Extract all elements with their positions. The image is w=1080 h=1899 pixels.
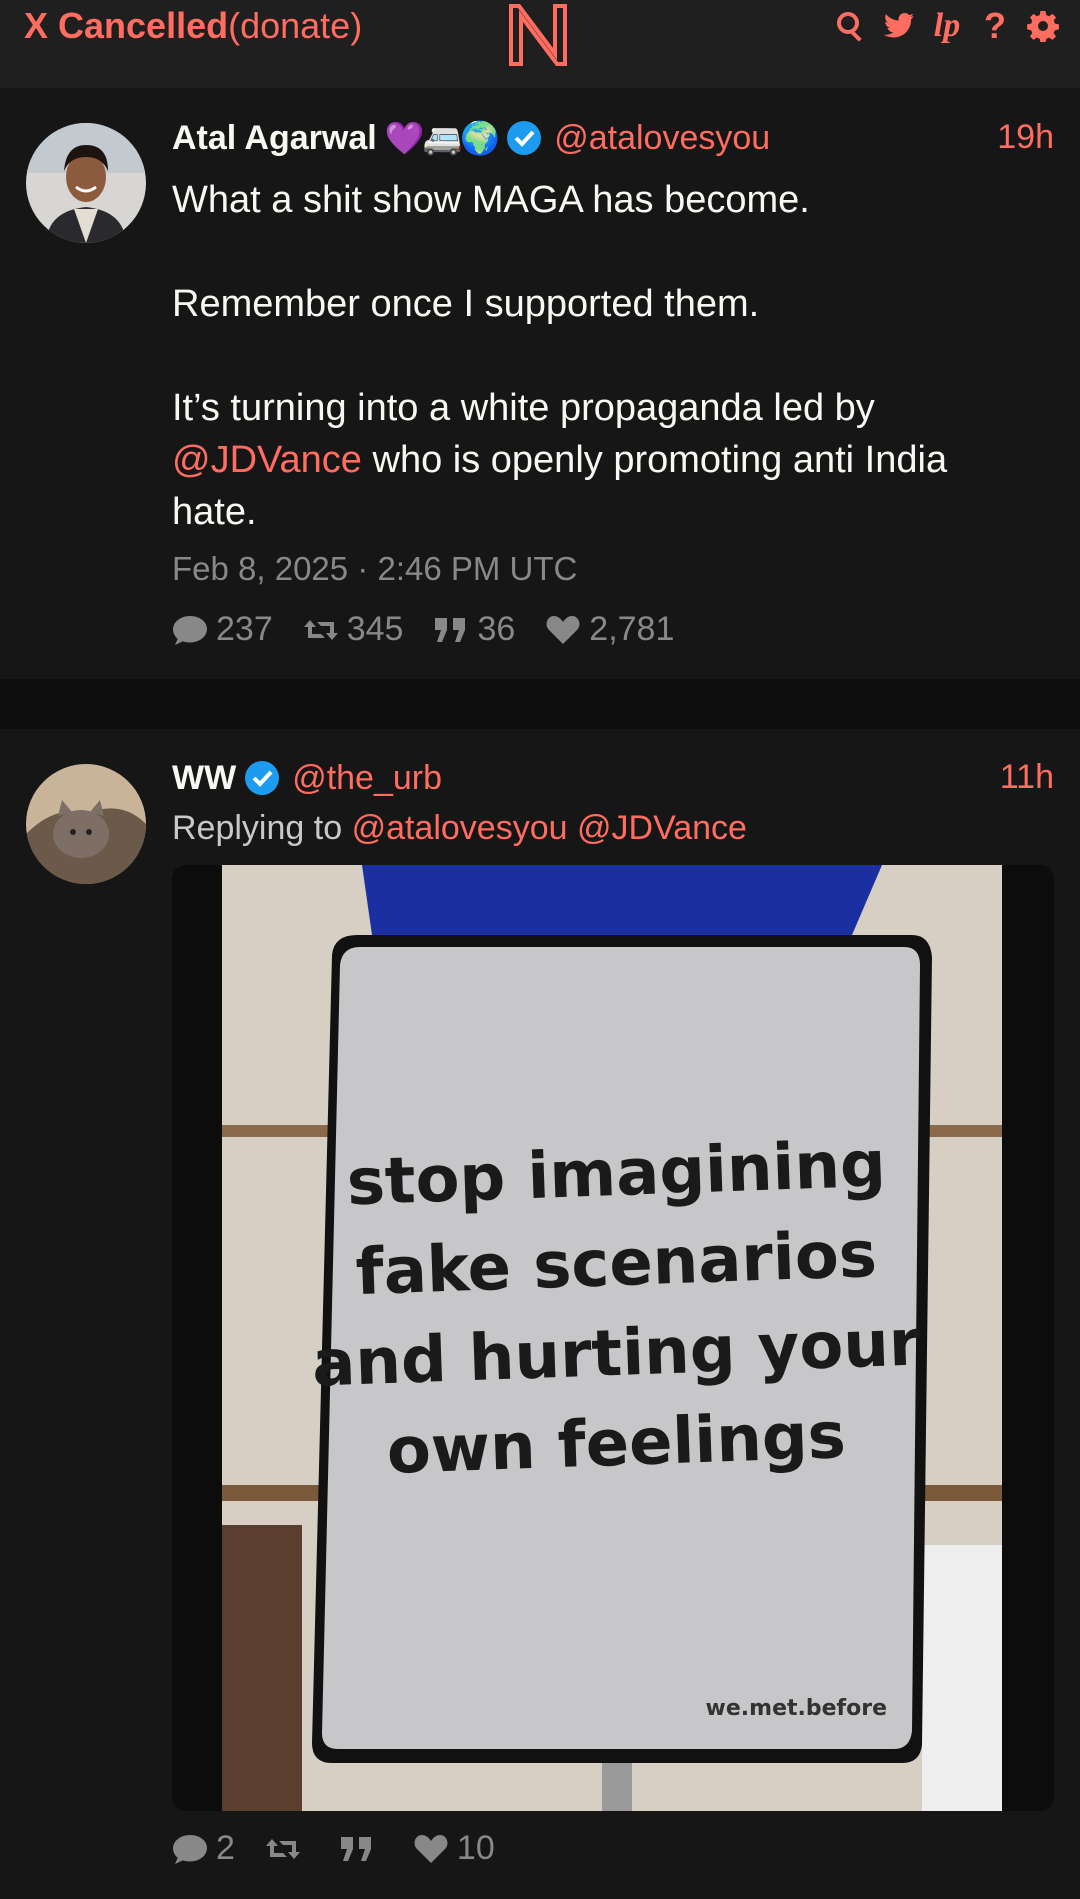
verified-icon [507, 121, 542, 155]
tweet-fullname[interactable]: WW [172, 759, 236, 798]
tweet-card[interactable]: WW @the_urb 11h Replying to @atalovesyou… [0, 729, 1080, 1899]
likes-stat[interactable]: 10 [413, 1829, 495, 1868]
verified-icon [245, 761, 280, 795]
watermark-text: we.met.before [706, 1696, 887, 1721]
bird-icon[interactable] [882, 8, 916, 44]
tweet-age[interactable]: 11h [1000, 758, 1054, 797]
help-icon[interactable]: ? [978, 5, 1012, 46]
tweet-card[interactable]: Atal Agarwal 💜🚐🌍 @atalovesyou 19h What a… [0, 88, 1080, 679]
lp-icon[interactable]: lp [930, 7, 964, 44]
settings-icon[interactable] [1026, 8, 1060, 44]
quotes-stat[interactable] [339, 1833, 383, 1865]
tweet-stats: 237 345 36 2,781 [172, 610, 674, 649]
donate-link[interactable]: (donate) [228, 5, 362, 46]
tweet-fullname[interactable]: Atal Agarwal [172, 119, 377, 158]
retweet-icon [303, 619, 338, 640]
nitter-logo[interactable] [505, 2, 571, 66]
retweets-stat[interactable] [265, 1833, 309, 1865]
comment-icon [173, 1834, 207, 1864]
sign-photo: stop imagining fake scenarios and hurtin… [222, 865, 1002, 1811]
retweet-icon [265, 1838, 300, 1859]
quotes-stat[interactable]: 36 [433, 610, 515, 649]
mention-link[interactable]: @JDVance [577, 809, 747, 847]
brand-link[interactable]: X Cancelled(donate) [24, 4, 362, 48]
brand-name[interactable]: X Cancelled [24, 5, 228, 46]
replies-stat[interactable]: 2 [172, 1829, 235, 1868]
mention-link[interactable]: @atalovesyou [352, 809, 568, 847]
tweet-line: It’s turning into a white propaganda led… [172, 387, 875, 429]
heart-icon [546, 615, 580, 644]
tweet-stats: 2 10 [172, 1829, 495, 1868]
replying-to: Replying to @atalovesyou @JDVance [172, 809, 747, 847]
tweet-handle[interactable]: @atalovesyou [554, 119, 770, 158]
tweet-line: Remember once I supported them. [172, 283, 760, 325]
retweets-stat[interactable]: 345 [303, 610, 403, 649]
comment-icon [173, 615, 207, 645]
tweet-handle[interactable]: @the_urb [292, 759, 442, 798]
navbar: X Cancelled(donate) lp ? [0, 0, 1080, 88]
search-icon[interactable] [834, 8, 868, 44]
likes-stat[interactable]: 2,781 [545, 610, 674, 649]
tweet-content: What a shit show MAGA has become. Rememb… [172, 174, 1032, 538]
tweet-date[interactable]: Feb 8, 2025 · 2:46 PM UTC [172, 550, 577, 588]
quote-icon [340, 1836, 371, 1861]
tweet-line: What a shit show MAGA has become. [172, 179, 810, 221]
name-emoji: 💜🚐🌍 [384, 120, 501, 156]
avatar[interactable] [26, 764, 146, 884]
replies-stat[interactable]: 237 [172, 610, 273, 649]
avatar[interactable] [26, 123, 146, 243]
tweet-age[interactable]: 19h [997, 118, 1054, 157]
quote-icon [435, 617, 466, 642]
mention-link[interactable]: @JDVance [172, 439, 362, 481]
tweet-image[interactable]: stop imagining fake scenarios and hurtin… [172, 865, 1054, 1811]
heart-icon [414, 1834, 448, 1863]
